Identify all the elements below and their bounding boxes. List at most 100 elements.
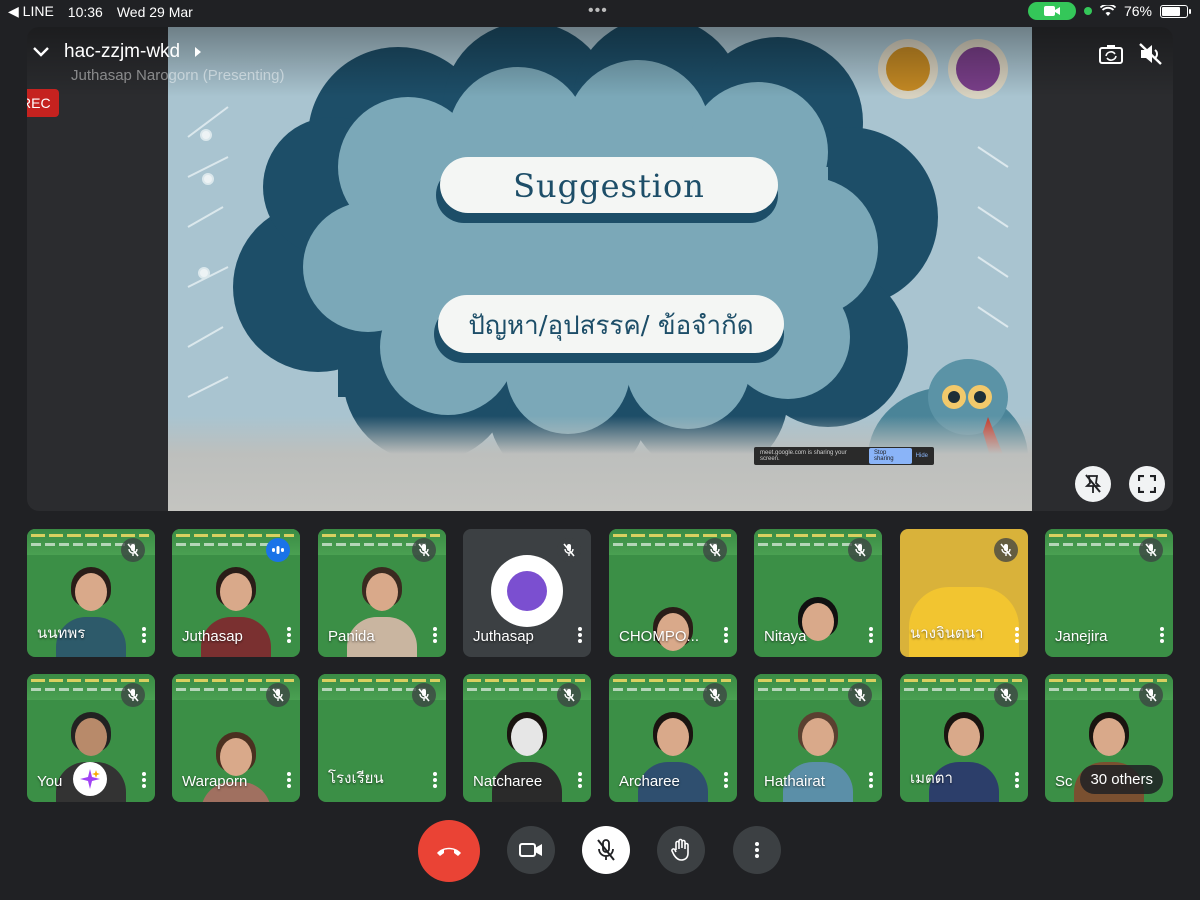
mic-off-icon xyxy=(557,538,581,562)
stop-sharing-button[interactable]: Stop sharing xyxy=(868,448,912,464)
participant-name: Janejira xyxy=(1055,628,1108,645)
effects-button[interactable] xyxy=(73,762,107,796)
mic-off-icon xyxy=(412,538,436,562)
participant-tile[interactable]: Juthasap xyxy=(172,529,300,657)
battery-icon xyxy=(1160,4,1191,18)
switch-camera-icon xyxy=(1099,45,1123,64)
more-options-icon[interactable] xyxy=(432,627,438,643)
participant-name: Waraporn xyxy=(182,773,248,790)
mic-off-icon xyxy=(557,683,581,707)
mic-off-icon xyxy=(994,683,1018,707)
back-to-app-link[interactable]: ◀ LINE xyxy=(8,3,54,20)
recording-badge: REC xyxy=(27,89,59,117)
participant-tile[interactable]: นนทพร xyxy=(27,529,155,657)
call-controls xyxy=(0,820,1200,882)
participant-tile-self[interactable]: You xyxy=(27,674,155,802)
hand-icon xyxy=(671,838,689,861)
sparkle-icon xyxy=(80,769,100,789)
participant-name: เมตตา xyxy=(910,770,953,787)
mic-in-use-dot xyxy=(1083,7,1092,15)
switch-camera-button[interactable] xyxy=(1093,36,1129,72)
more-options-icon[interactable] xyxy=(1014,627,1020,643)
more-options-icon[interactable] xyxy=(723,627,729,643)
participant-name: Natcharee xyxy=(473,773,543,790)
participant-tile[interactable]: Archaree xyxy=(609,674,737,802)
mic-off-icon xyxy=(121,538,145,562)
more-options-icon[interactable] xyxy=(286,627,292,643)
camera-in-use-indicator xyxy=(1027,2,1076,20)
shared-slide: Suggestion ปัญหา/อุปสรรค/ ข้อจำกัด meet.… xyxy=(168,27,1032,511)
participant-name: Nitaya xyxy=(764,628,807,645)
more-options-icon[interactable] xyxy=(868,627,874,643)
mic-off-icon xyxy=(121,683,145,707)
mic-off-icon xyxy=(848,538,872,562)
participant-name: Hathairat xyxy=(764,773,825,790)
participant-tile[interactable]: Juthasap xyxy=(463,529,591,657)
participant-tile[interactable]: นางจินตนา xyxy=(900,529,1028,657)
participant-tile[interactable]: Nitaya xyxy=(754,529,882,657)
participant-tile[interactable]: Hathairat xyxy=(754,674,882,802)
mic-off-icon xyxy=(994,538,1018,562)
others-count-button[interactable]: 30 others xyxy=(1080,765,1163,794)
participant-name: Sc xyxy=(1055,773,1073,790)
more-options-icon[interactable] xyxy=(577,627,583,643)
presenter-caption: Juthasap Narogorn (Presenting) xyxy=(71,67,285,84)
participant-tile[interactable]: เมตตา xyxy=(900,674,1028,802)
ios-status-bar: ◀ LINE 10:36 Wed 29 Mar ••• 76% xyxy=(0,0,1200,24)
more-options-icon[interactable] xyxy=(868,772,874,788)
more-options-icon[interactable] xyxy=(577,772,583,788)
participant-tile[interactable]: CHOMPO... xyxy=(609,529,737,657)
chevron-down-icon xyxy=(33,47,49,57)
end-call-button[interactable] xyxy=(418,820,480,882)
status-date: Wed 29 Mar xyxy=(116,3,193,20)
participant-name: Panida xyxy=(328,628,375,645)
mic-off-icon xyxy=(266,683,290,707)
participant-name: CHOMPO... xyxy=(619,628,700,645)
participant-name: โรงเรียน xyxy=(328,770,384,787)
more-options-icon[interactable] xyxy=(1159,627,1165,643)
participant-name: Juthasap xyxy=(182,628,243,645)
participant-tile[interactable]: Natcharee xyxy=(463,674,591,802)
speaker-off-icon xyxy=(1139,43,1162,65)
participant-name: นนทพร xyxy=(37,625,86,642)
more-options-icon[interactable] xyxy=(1014,772,1020,788)
audio-output-button[interactable] xyxy=(1133,36,1169,72)
raise-hand-button[interactable] xyxy=(657,826,705,874)
hide-notice-link[interactable]: Hide xyxy=(916,453,928,459)
meeting-code: hac-zzjm-wkd xyxy=(64,41,181,62)
participant-tile[interactable]: Waraporn xyxy=(172,674,300,802)
status-time: 10:36 xyxy=(67,3,103,20)
more-options-icon[interactable] xyxy=(723,772,729,788)
more-options-icon[interactable] xyxy=(286,772,292,788)
mic-off-icon xyxy=(1139,683,1163,707)
wifi-icon xyxy=(1099,5,1116,16)
participant-tile[interactable]: Janejira xyxy=(1045,529,1173,657)
more-options-icon[interactable] xyxy=(141,772,147,788)
unpin-icon xyxy=(1084,474,1102,493)
participant-video xyxy=(783,597,853,657)
multitasking-dots-icon[interactable]: ••• xyxy=(588,2,608,20)
fullscreen-button[interactable] xyxy=(1129,466,1165,502)
avatar xyxy=(491,555,563,627)
video-camera-icon xyxy=(519,843,542,857)
screen-share-notice: meet.google.com is sharing your screen. … xyxy=(754,447,934,465)
presentation-stage: Suggestion ปัญหา/อุปสรรค/ ข้อจำกัด meet.… xyxy=(27,27,1173,511)
more-options-icon[interactable] xyxy=(432,772,438,788)
speaking-indicator-icon xyxy=(266,538,290,562)
camera-toggle-button[interactable] xyxy=(507,826,555,874)
participant-tile[interactable]: โรงเรียน xyxy=(318,674,446,802)
mic-toggle-button[interactable] xyxy=(582,826,630,874)
more-vert-icon xyxy=(755,842,759,858)
participant-name: You xyxy=(37,773,63,790)
unpin-button[interactable] xyxy=(1075,466,1111,502)
chevron-right-icon xyxy=(195,47,202,57)
mic-off-icon xyxy=(703,683,727,707)
mic-off-icon xyxy=(848,683,872,707)
battery-percent: 76% xyxy=(1123,3,1152,19)
meeting-code-button[interactable]: hac-zzjm-wkd xyxy=(32,41,202,63)
participant-tile-overflow[interactable]: Sc 30 others xyxy=(1045,674,1173,802)
mic-off-icon xyxy=(412,683,436,707)
participant-tile[interactable]: Panida xyxy=(318,529,446,657)
more-options-icon[interactable] xyxy=(141,627,147,643)
more-options-button[interactable] xyxy=(733,826,781,874)
